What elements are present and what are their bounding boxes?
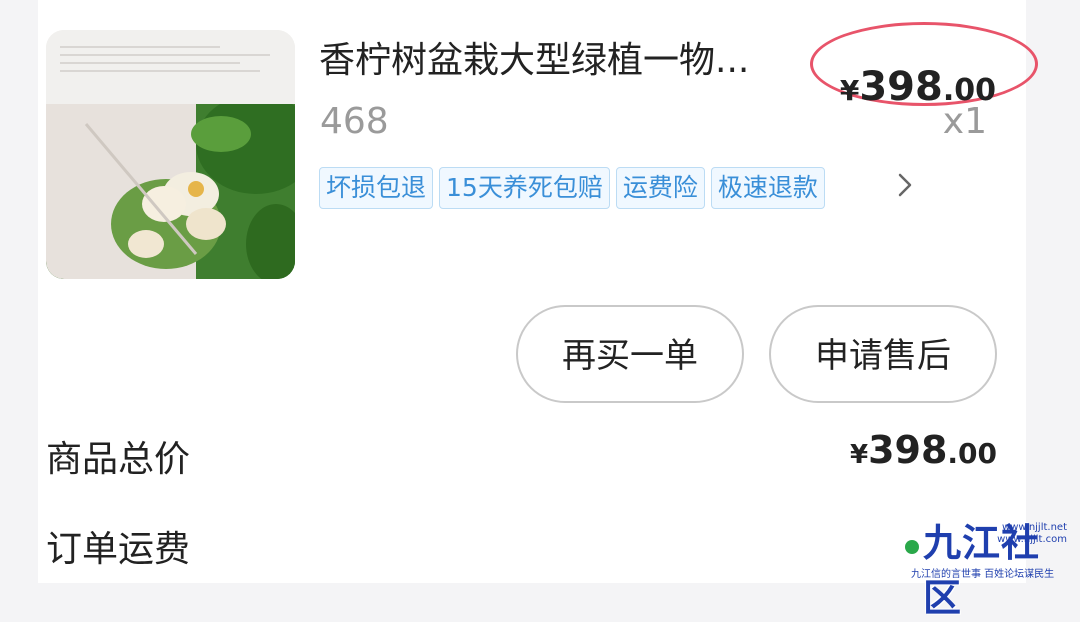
price-decimal: .00 (947, 437, 997, 470)
product-photo (46, 94, 295, 279)
watermark-url: www.njjlt.net (1002, 522, 1067, 533)
watermark-slogan: 九江信的言世事 百姓论坛谋民生 (911, 569, 1055, 580)
shipping-fee-label: 订单运费 (46, 529, 191, 570)
rebuy-button[interactable]: 再买一单 (516, 305, 744, 403)
price-integer: 398 (868, 428, 948, 472)
watermark-url-alt: www.njjlt.com (997, 534, 1067, 545)
item-price: ¥398.00 (810, 22, 1038, 110)
chevron-right-icon[interactable] (895, 170, 915, 208)
currency-symbol: ¥ (849, 440, 869, 470)
service-tag: 运费险 (615, 167, 705, 209)
service-tag: 坏损包退 (319, 167, 434, 209)
site-watermark: 九江社区 www.njjlt.net www.njjlt.com 九江信的言世事… (905, 512, 1075, 620)
product-spec: 468 (320, 101, 389, 142)
service-tag: 极速退款 (710, 167, 825, 209)
flower-icon (905, 540, 919, 554)
price-integer: 398 (859, 64, 943, 110)
product-thumbnail[interactable] (46, 30, 295, 279)
total-price-value: ¥398.00 (850, 428, 997, 472)
currency-symbol: ¥ (839, 74, 860, 107)
thumbnail-caption-area (46, 30, 295, 104)
service-tags[interactable]: 坏损包退 15天养死包赔 运费险 极速退款 (319, 167, 825, 211)
aftersale-button[interactable]: 申请售后 (769, 305, 997, 403)
product-quantity: x1 (942, 101, 987, 142)
flower-illustration (46, 94, 295, 279)
product-title[interactable]: 香柠树盆栽大型绿植一物... (319, 38, 809, 84)
service-tag: 15天养死包赔 (439, 167, 610, 209)
total-price-label: 商品总价 (46, 439, 191, 480)
